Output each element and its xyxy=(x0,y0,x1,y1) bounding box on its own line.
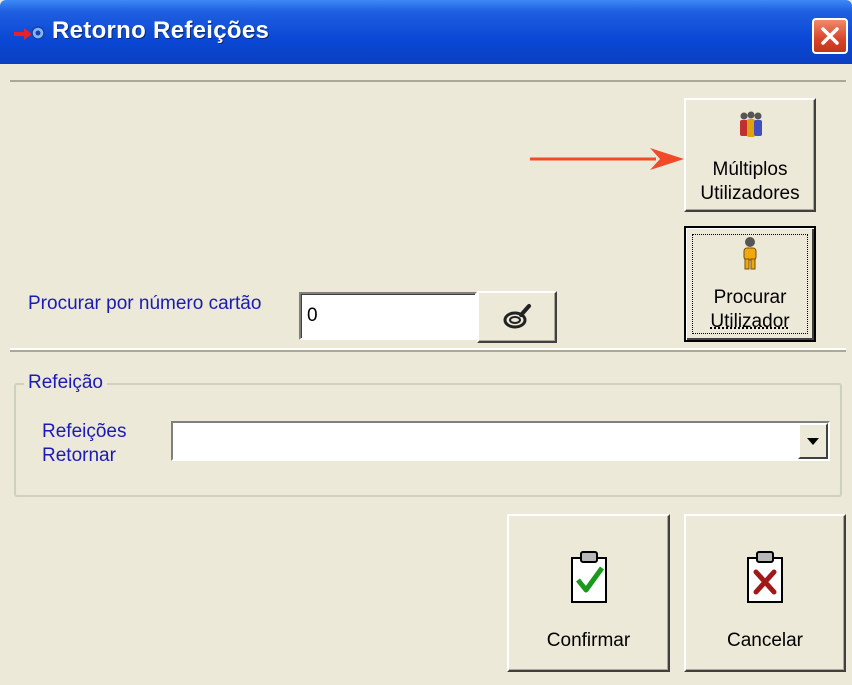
dropdown-button[interactable] xyxy=(798,423,828,459)
chevron-down-icon xyxy=(807,438,819,445)
confirm-label: Confirmar xyxy=(546,630,631,651)
title-bar[interactable]: Retorno Refeições xyxy=(0,0,852,64)
divider xyxy=(10,350,846,352)
close-button[interactable] xyxy=(812,18,848,54)
clipboard-check-icon xyxy=(570,551,607,603)
multiple-users-icon xyxy=(740,111,762,137)
arrow-star-icon xyxy=(12,22,48,46)
close-icon xyxy=(821,27,839,45)
meal-return-label: Refeições Retornar xyxy=(42,420,127,468)
find-user-label-2: Utilizador xyxy=(710,311,790,332)
clipboard-x-icon xyxy=(747,551,783,603)
annotation-arrow-icon xyxy=(530,148,684,170)
find-user-button[interactable]: Procurar Utilizador xyxy=(684,226,816,342)
magnifier-icon xyxy=(503,304,531,329)
meal-return-select[interactable] xyxy=(171,421,830,461)
multiple-users-label-1: Múltiplos xyxy=(712,159,788,180)
multiple-users-label-2: Utilizadores xyxy=(700,183,800,204)
window-title: Retorno Refeições xyxy=(52,17,270,44)
meal-return-label-1: Refeições xyxy=(42,421,127,442)
dialog-window: Retorno Refeições Múltiplos Utilizadores… xyxy=(0,0,852,685)
card-number-input[interactable] xyxy=(299,292,477,340)
meal-return-label-2: Retornar xyxy=(42,445,116,466)
confirm-button[interactable]: Confirmar xyxy=(507,514,670,672)
card-number-label: Procurar por número cartão xyxy=(28,293,262,314)
cancel-button[interactable]: Cancelar xyxy=(684,514,846,672)
single-user-icon xyxy=(743,237,757,270)
card-search-button[interactable] xyxy=(477,291,557,343)
multiple-users-button[interactable]: Múltiplos Utilizadores xyxy=(684,98,816,212)
find-user-label-1: Procurar xyxy=(713,287,787,308)
cancel-label: Cancelar xyxy=(726,630,804,651)
meal-group-title: Refeição xyxy=(24,372,107,394)
